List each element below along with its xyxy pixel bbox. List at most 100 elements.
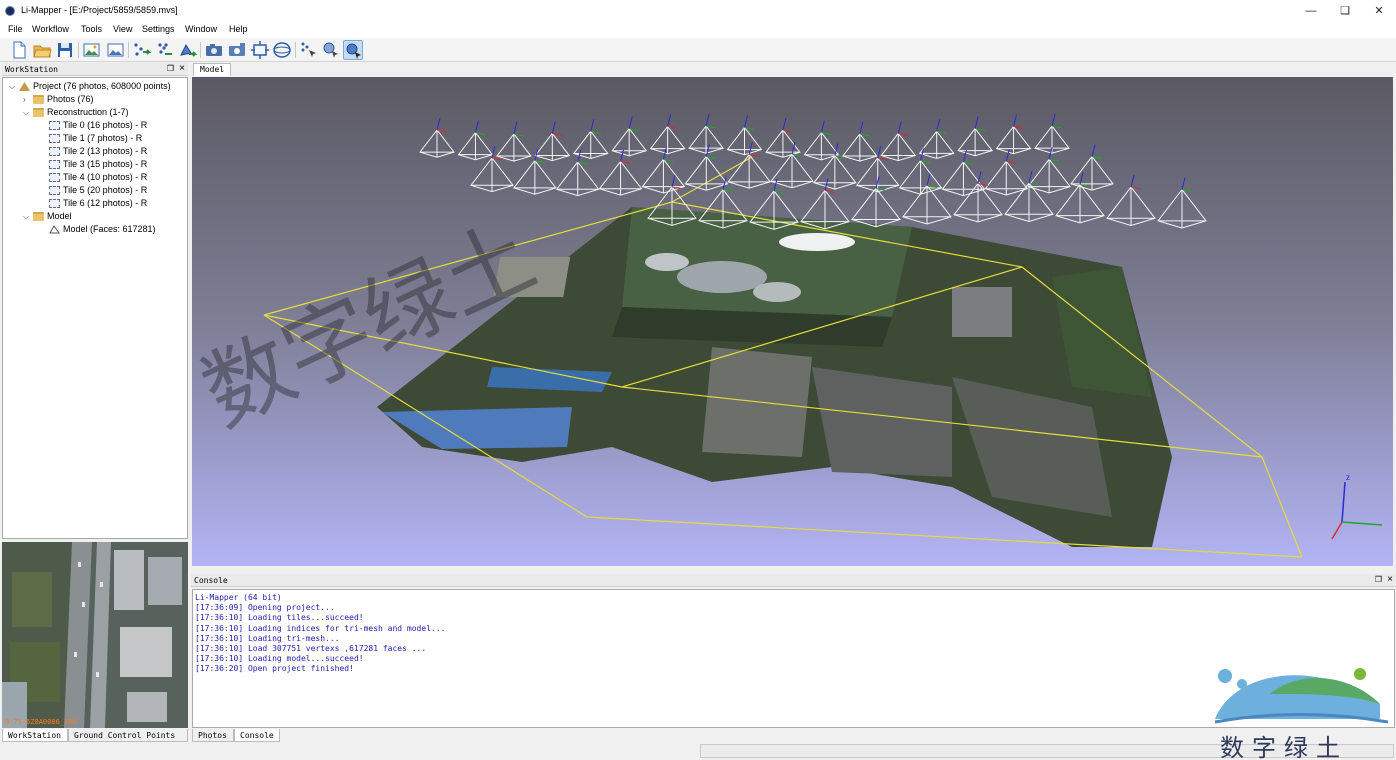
tab-workstation[interactable]: WorkStation — [2, 729, 68, 742]
console-panel-header: Console ❐ × — [191, 574, 1396, 587]
camera-axis — [474, 120, 479, 133]
camera-frustum — [851, 187, 901, 228]
add-photo-folder-icon[interactable] — [105, 40, 125, 60]
menu-workflow[interactable]: Workflow — [32, 24, 69, 34]
open-project-icon[interactable] — [32, 40, 52, 60]
tab-console[interactable]: Console — [234, 729, 280, 742]
new-project-icon[interactable] — [9, 40, 29, 60]
menu-settings[interactable]: Settings — [142, 24, 175, 34]
chevron-down-icon[interactable]: ⌵ — [23, 210, 29, 223]
tab-photos[interactable]: Photos — [192, 729, 234, 742]
menu-tools[interactable]: Tools — [81, 24, 102, 34]
camera-axis — [436, 117, 441, 131]
camera-frustum — [1027, 158, 1071, 194]
camera-axis — [820, 120, 825, 133]
menu-help[interactable]: Help — [229, 24, 248, 34]
camera-axis — [1130, 174, 1135, 188]
camera-axis — [977, 171, 982, 184]
float-panel-icon[interactable]: ❐ — [1375, 575, 1382, 584]
app-logo-icon — [5, 6, 15, 16]
camera-frustum — [855, 157, 900, 193]
camera-axis — [577, 149, 582, 163]
chevron-down-icon[interactable]: ⌵ — [23, 106, 29, 119]
tree-item-label: Project (76 photos, 608000 points) — [33, 81, 171, 91]
tree-item-label: Model (Faces: 617281) — [63, 224, 156, 234]
fit-view-icon[interactable] — [250, 40, 270, 60]
camera-axis — [936, 119, 941, 132]
camera-frustum — [995, 125, 1032, 155]
camera-axis — [620, 149, 625, 162]
camera-frustum — [918, 130, 955, 159]
menu-view[interactable]: View — [113, 24, 132, 34]
camera-axis — [974, 116, 979, 129]
camera-frustum — [957, 127, 993, 157]
camera-axis — [824, 178, 829, 191]
tile-icon — [49, 134, 60, 143]
model-viewport[interactable]: 数字绿土 z — [192, 77, 1393, 566]
folder-icon — [33, 212, 44, 221]
camera-icon[interactable] — [204, 40, 224, 60]
camera-frustum — [1157, 188, 1207, 229]
camera-frustum — [684, 155, 729, 191]
close-panel-icon[interactable]: × — [179, 63, 185, 74]
camera-axis — [877, 145, 882, 159]
tile-icon — [49, 160, 60, 169]
minimize-button[interactable]: — — [1294, 0, 1328, 22]
build-mesh-icon[interactable] — [178, 40, 198, 60]
camera-axis — [671, 174, 676, 188]
close-button[interactable]: ✕ — [1362, 0, 1396, 22]
camera-axis — [897, 121, 902, 134]
float-panel-icon[interactable]: ❐ — [167, 64, 174, 73]
folder-icon — [33, 108, 44, 117]
menu-file[interactable]: File — [8, 24, 23, 34]
build-dense-cloud-icon[interactable] — [155, 40, 175, 60]
camera-axis — [534, 148, 539, 161]
tile-icon — [49, 147, 60, 156]
camera-frustum — [880, 132, 917, 162]
restore-button[interactable]: ❏ — [1328, 0, 1362, 22]
save-icon[interactable] — [55, 40, 75, 60]
camera-axis — [491, 145, 496, 159]
region-select-icon[interactable] — [321, 40, 341, 60]
console-line: Li-Mapper (64 bit) — [195, 593, 282, 602]
workstation-title: WorkStation — [5, 65, 58, 74]
camera-frustum — [649, 125, 686, 155]
menu-window[interactable]: Window — [185, 24, 217, 34]
project-tree: ⌵ Project (76 photos, 608000 points) › P… — [2, 77, 188, 539]
close-panel-icon[interactable]: × — [1387, 574, 1393, 585]
tree-item-label: Model — [47, 211, 72, 221]
align-photos-icon[interactable] — [132, 40, 152, 60]
chevron-right-icon[interactable]: › — [23, 93, 26, 106]
camera-frustum — [770, 153, 814, 189]
add-photos-icon[interactable] — [82, 40, 102, 60]
chevron-down-icon[interactable]: ⌵ — [9, 80, 15, 93]
tab-ground-control-points[interactable]: Ground Control Points — [68, 729, 188, 742]
brand-text: 数字绿土 — [1220, 734, 1348, 760]
toolbar — [0, 38, 1396, 62]
project-icon — [19, 82, 30, 91]
point-select-icon[interactable] — [299, 40, 319, 60]
camera-axis — [1013, 114, 1018, 127]
window-title: Li-Mapper - [E:/Project/5859/5859.mvs] — [21, 5, 178, 15]
tree-item-label: Photos (76) — [47, 94, 94, 104]
camera-axis — [1091, 144, 1096, 157]
rotate-view-icon[interactable] — [272, 40, 292, 60]
camera-axis — [513, 121, 518, 135]
camera-frustum — [898, 159, 943, 195]
tile-icon — [49, 121, 60, 130]
camera-frustum — [598, 160, 643, 196]
camera-axis — [1079, 172, 1084, 185]
camera-axis — [667, 114, 672, 127]
texture-icon[interactable] — [343, 40, 363, 60]
camera-group-icon[interactable] — [227, 40, 247, 60]
camera-axis — [859, 121, 864, 135]
camera-axis — [773, 178, 778, 192]
tab-model[interactable]: Model — [193, 63, 232, 76]
model-tab-bar: Model — [191, 62, 1396, 76]
camera-axis — [551, 121, 556, 134]
tree-item-label: Tile 3 (15 photos) - R — [63, 159, 148, 169]
tile-icon — [49, 173, 60, 182]
camera-axis — [744, 115, 748, 128]
tree-item-label: Tile 2 (13 photos) - R — [63, 146, 148, 156]
folder-icon — [33, 95, 44, 104]
